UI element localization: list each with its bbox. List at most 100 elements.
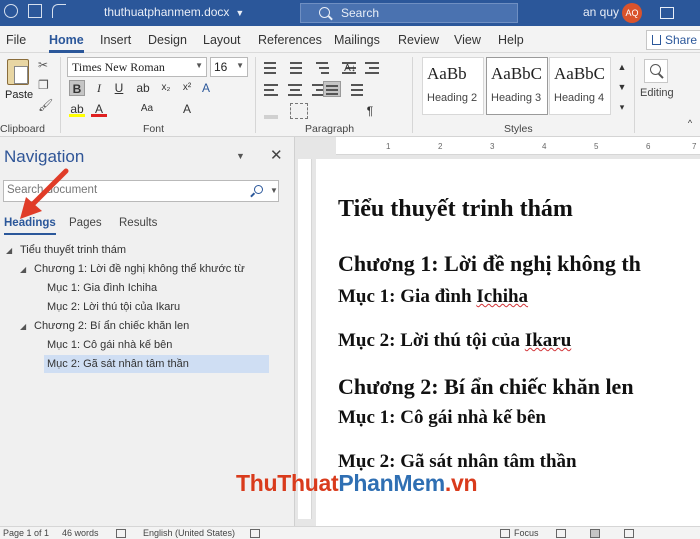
underline-button[interactable]: U — [111, 80, 127, 96]
tab-results[interactable]: Results — [119, 217, 157, 229]
tab-layout[interactable]: Layout — [203, 33, 241, 47]
highlight-color-icon[interactable]: ab — [69, 101, 85, 117]
read-mode-icon[interactable] — [556, 529, 566, 538]
close-icon[interactable]: ✕ — [270, 146, 283, 164]
tab-review[interactable]: Review — [398, 33, 439, 47]
tab-file[interactable]: File — [6, 33, 26, 47]
strikethrough-button[interactable]: ab — [135, 80, 151, 96]
sort-icon[interactable]: A↓ — [342, 61, 358, 77]
text-effects-icon[interactable]: A — [198, 80, 214, 96]
tab-home[interactable]: Home — [49, 33, 84, 53]
accessibility-icon[interactable] — [250, 529, 260, 538]
justify-icon[interactable] — [323, 81, 341, 97]
paste-button-label[interactable]: Paste — [5, 89, 33, 101]
align-left-icon[interactable] — [262, 81, 280, 97]
nav-heading-muc-1[interactable]: Mục 1: Gia đình Ichiha — [47, 282, 157, 294]
tab-design[interactable]: Design — [148, 33, 187, 47]
nav-heading-label: Chương 1: Lời đề nghị không thể khước từ — [34, 263, 245, 275]
horizontal-ruler[interactable]: 1 2 3 4 5 6 7 — [316, 137, 700, 155]
tab-view[interactable]: View — [454, 33, 481, 47]
font-size-value: 16 — [214, 60, 228, 74]
ribbon-display-options-icon[interactable] — [660, 7, 674, 19]
doc-heading-chuong-2[interactable]: Chương 2: Bí ẩn chiếc khăn len — [338, 374, 634, 400]
tab-references[interactable]: References — [258, 33, 322, 47]
page-count[interactable]: Page 1 of 1 — [3, 528, 49, 538]
editing-button-label[interactable]: Editing — [640, 87, 674, 99]
collapse-triangle-icon[interactable]: ◢ — [6, 246, 12, 255]
search-icon[interactable] — [254, 185, 263, 194]
print-layout-icon[interactable] — [590, 529, 600, 538]
nav-heading-chuong-2[interactable]: ◢ Chương 2: Bí ẩn chiếc khăn len — [20, 320, 190, 332]
collapse-triangle-icon[interactable]: ◢ — [20, 265, 26, 274]
line-spacing-icon[interactable] — [346, 81, 364, 97]
style-heading-4[interactable]: AaBbC Heading 4 — [549, 57, 611, 115]
bullets-icon[interactable] — [262, 59, 280, 75]
doc-heading-muc-1[interactable]: Mục 1: Gia đình Ichiha — [338, 286, 528, 308]
style-name: Heading 4 — [554, 92, 605, 104]
font-size-select[interactable]: 16 ▼ — [210, 57, 248, 77]
show-formatting-marks-icon[interactable]: ¶ — [362, 103, 378, 119]
styles-scroll-down-icon[interactable]: ▼ — [614, 79, 630, 95]
autosave-icon[interactable] — [4, 4, 18, 18]
collapse-ribbon-icon[interactable]: ^ — [682, 115, 698, 131]
tab-help[interactable]: Help — [498, 33, 524, 47]
subscript-button[interactable]: x₂ — [158, 80, 174, 96]
undo-icon[interactable] — [52, 4, 66, 18]
nav-heading-muc-2b[interactable]: Mục 2: Gã sát nhân tâm thần — [44, 355, 269, 373]
clear-formatting-icon[interactable]: A — [179, 101, 195, 117]
word-count[interactable]: 46 words — [62, 528, 99, 538]
nav-heading-label: Tiểu thuyết trinh thám — [20, 244, 126, 256]
avatar[interactable]: AQ — [622, 3, 642, 23]
format-painter-icon[interactable]: 🖌 — [38, 99, 53, 111]
italic-button[interactable]: I — [91, 80, 107, 96]
tab-mailings[interactable]: Mailings — [334, 33, 380, 47]
vertical-ruler[interactable] — [298, 159, 312, 519]
styles-more-icon[interactable]: ▾ — [614, 99, 630, 115]
tab-insert[interactable]: Insert — [100, 33, 131, 47]
cut-icon[interactable]: ✂ — [38, 59, 50, 71]
font-color-icon[interactable]: A — [91, 101, 107, 117]
chevron-down-icon[interactable]: ▼ — [270, 186, 278, 195]
collapse-triangle-icon[interactable]: ◢ — [20, 322, 26, 331]
doc-heading-muc-1b[interactable]: Mục 1: Cô gái nhà kế bên — [338, 407, 546, 429]
editing-icon[interactable] — [644, 59, 668, 83]
web-layout-icon[interactable] — [624, 529, 634, 538]
styles-scroll-up-icon[interactable]: ▲ — [614, 59, 630, 75]
user-name[interactable]: an quy — [583, 5, 619, 19]
shading-icon[interactable] — [262, 103, 280, 119]
doc-heading-muc-2[interactable]: Mục 2: Lời thú tội của Ikaru — [338, 330, 571, 352]
increase-indent-icon[interactable] — [363, 59, 381, 75]
focus-icon[interactable] — [500, 529, 510, 538]
borders-icon[interactable] — [290, 103, 308, 119]
change-case-icon[interactable]: Aa — [139, 101, 155, 117]
nav-heading-label: Chương 2: Bí ẩn chiếc khăn len — [34, 320, 190, 332]
multilevel-list-icon[interactable] — [314, 59, 332, 75]
style-heading-2[interactable]: AaBb Heading 2 — [422, 57, 484, 115]
pane-options-icon[interactable]: ▼ — [236, 151, 245, 161]
doc-heading-chuong-1[interactable]: Chương 1: Lời đề nghị không th — [338, 251, 641, 277]
nav-heading-label: Mục 2: Lời thú tội của Ikaru — [47, 301, 181, 313]
save-icon[interactable] — [28, 4, 42, 18]
document-title[interactable]: thuthuatphanmem.docx ▼ — [104, 5, 244, 19]
nav-heading-muc-2[interactable]: Mục 2: Lời thú tội của Ikaru — [47, 301, 180, 313]
superscript-button[interactable]: x² — [179, 80, 195, 96]
focus-mode-button[interactable]: Focus — [514, 528, 539, 538]
language-indicator[interactable]: English (United States) — [143, 528, 235, 538]
style-sample: AaBbC — [554, 64, 605, 83]
clipboard-group-label: Clipboard — [0, 123, 45, 135]
share-button[interactable]: Share — [646, 30, 700, 50]
align-center-icon[interactable] — [286, 81, 304, 97]
bold-button[interactable]: B — [69, 80, 85, 96]
font-name-select[interactable]: Times New Roman ▼ — [67, 57, 207, 77]
paste-icon[interactable] — [7, 59, 29, 85]
search-box[interactable]: Search — [300, 3, 518, 23]
style-sample: AaBb — [427, 64, 467, 83]
doc-title[interactable]: Tiểu thuyết trinh thám — [338, 196, 573, 223]
nav-heading-title[interactable]: ◢ Tiểu thuyết trinh thám — [6, 244, 126, 256]
nav-heading-muc-1b[interactable]: Mục 1: Cô gái nhà kế bên — [47, 339, 172, 351]
style-heading-3[interactable]: AaBbC Heading 3 — [486, 57, 548, 115]
proofing-icon[interactable] — [116, 529, 126, 538]
copy-icon[interactable]: ❐ — [38, 79, 50, 91]
numbering-icon[interactable] — [288, 59, 306, 75]
nav-heading-chuong-1[interactable]: ◢ Chương 1: Lời đề nghị không thể khước t… — [20, 263, 245, 275]
